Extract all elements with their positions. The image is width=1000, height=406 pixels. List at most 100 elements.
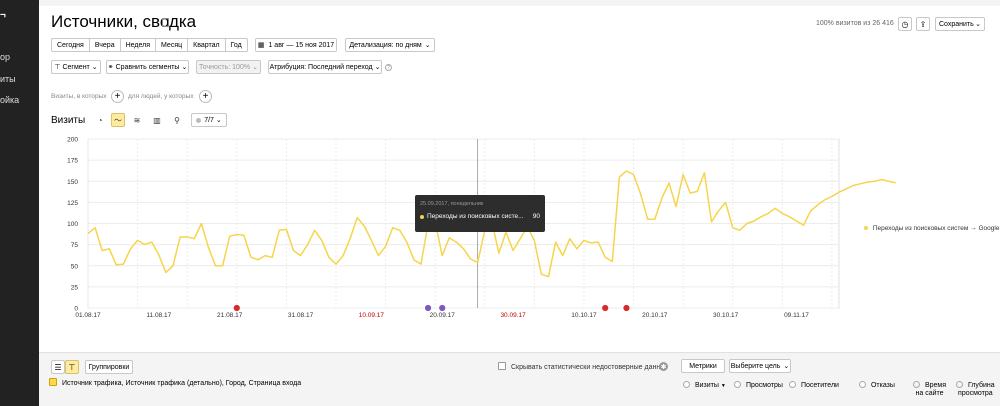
hide-unreliable-label: Скрывать статистически недостоверные дан…: [510, 364, 667, 371]
dimensions-label: Источник трафика, Источник трафика (дета…: [61, 380, 302, 387]
main-area: Источники, сводка 100% визитов из 26 416…: [39, 0, 1000, 406]
compare-label: Сравнить сегменты: [115, 63, 180, 71]
attribution-dropdown[interactable]: Атрибуция: Последний переход ⌄: [268, 60, 382, 74]
period-today[interactable]: Сегодня: [51, 38, 90, 52]
save-label: Сохранить: [939, 20, 974, 28]
line-chart-icon: 〜: [114, 115, 122, 125]
settings-icon[interactable]: ✱: [659, 362, 668, 371]
x-tick-label: 01.08.17: [75, 312, 101, 319]
segment-button[interactable]: ⊤ Сегмент ⌄: [51, 60, 101, 74]
export-button[interactable]: ⇪: [916, 17, 930, 31]
x-tick-label: 20.10.17: [642, 312, 668, 319]
chart-type-pie[interactable]: ◔: [93, 113, 107, 127]
sidebar: ¬ ор иты ойка: [0, 0, 39, 406]
metric-depth[interactable]: Глубина просмотра: [956, 381, 995, 398]
annotation-marker: [232, 304, 241, 312]
radio[interactable]: [734, 381, 741, 388]
sidebar-item-settings[interactable]: ойка: [0, 95, 19, 105]
x-tick-label: 10.09.17: [359, 312, 385, 319]
chart-type-map[interactable]: ⚲: [170, 113, 184, 127]
metric-visits[interactable]: Визиты ▼: [683, 381, 726, 389]
x-tick-label: 30.10.17: [713, 312, 739, 319]
y-tick-label: 25: [71, 284, 79, 291]
list-icon: ☰: [54, 362, 62, 372]
chevron-down-icon: ⌄: [975, 21, 981, 28]
calendar-icon: ▦: [257, 42, 265, 49]
radio[interactable]: [789, 381, 796, 388]
radio[interactable]: [913, 381, 920, 388]
sidebar-item-visits[interactable]: иты: [0, 74, 16, 84]
chevron-down-icon: ⌄: [91, 64, 98, 71]
chart-legend[interactable]: Переходы из поисковых систем → Google: [864, 225, 999, 232]
bookmark-icon[interactable]: [162, 18, 169, 27]
view-tree-button[interactable]: ⊤: [65, 360, 79, 374]
x-tick-label: 11.08.17: [146, 312, 171, 319]
metric-visitors[interactable]: Посетители: [789, 381, 839, 389]
sidebar-logo[interactable]: ¬: [0, 10, 6, 21]
chevron-down-icon: ⌄: [252, 64, 258, 71]
chart-type-area[interactable]: ≋: [130, 113, 144, 127]
legend-dot: [864, 226, 868, 231]
accuracy-label: Точность: 100%: [199, 63, 251, 71]
history-button[interactable]: ◷: [898, 17, 912, 31]
goal-dropdown[interactable]: Выберите цель ⌄: [729, 359, 791, 373]
metric-label: Визиты: [694, 382, 719, 389]
goal-label: Выберите цель: [730, 362, 781, 370]
date-range-button[interactable]: ▦ 1 авг — 15 ноя 2017: [255, 38, 337, 52]
metric-time-on-site[interactable]: Время на сайте: [913, 381, 946, 398]
series-dot-icon: [196, 117, 202, 123]
period-month[interactable]: Месяц: [155, 38, 189, 52]
tree-icon: ⊤: [68, 362, 76, 372]
series-selector[interactable]: 7/7 ⌄: [191, 113, 227, 127]
visits-where-hint: Визиты, в которых: [51, 93, 107, 100]
save-button[interactable]: Сохранить ⌄: [935, 17, 985, 31]
x-tick-label: 31.08.17: [288, 312, 314, 319]
dimensions-row[interactable]: Источник трафика, Источник трафика (дета…: [49, 378, 301, 387]
add-visit-condition-button[interactable]: +: [111, 90, 124, 103]
add-people-condition-button[interactable]: +: [199, 90, 212, 103]
caret-down-icon: ▼: [720, 383, 726, 389]
metric-bounces[interactable]: Отказы: [859, 381, 895, 389]
period-yesterday[interactable]: Вчера: [88, 38, 121, 52]
view-list-button[interactable]: ☰: [51, 360, 65, 374]
plus-icon: +: [202, 90, 209, 102]
x-tick-label: 30.09.17: [500, 312, 526, 319]
y-tick-label: 100: [67, 221, 78, 228]
accuracy-dropdown[interactable]: Точность: 100% ⌄: [196, 60, 261, 74]
y-tick-label: 200: [67, 137, 78, 144]
chart-type-bar[interactable]: ▥: [150, 113, 164, 127]
detail-dropdown[interactable]: Детализация: по дням ⌄: [345, 38, 435, 52]
chevron-down-icon: ⌄: [374, 64, 381, 71]
metric-pageviews[interactable]: Просмотры: [734, 381, 783, 389]
chart-type-line[interactable]: 〜: [111, 113, 125, 127]
radio[interactable]: [956, 381, 963, 388]
period-year[interactable]: Год: [224, 38, 248, 52]
compare-segments-button[interactable]: ⚭ Сравнить сегменты ⌄: [106, 60, 189, 74]
period-week[interactable]: Неделя: [119, 38, 157, 52]
chevron-down-icon: ⌄: [215, 117, 222, 124]
annotation-marker: [622, 304, 631, 312]
segments-icon: ⚭: [107, 64, 114, 71]
metric-label: Посетители: [800, 382, 839, 389]
sidebar-item-editor[interactable]: ор: [0, 52, 10, 62]
segment-label: Сегмент: [62, 63, 90, 71]
radio[interactable]: [859, 381, 866, 388]
period-quarter[interactable]: Квартал: [187, 38, 226, 52]
annotation-marker: [601, 304, 610, 312]
hide-unreliable-checkbox[interactable]: Скрывать статистически недостоверные дан…: [498, 362, 666, 371]
chevron-down-icon: ⌄: [783, 363, 790, 370]
metrics-button[interactable]: Метрики: [681, 359, 725, 373]
visits-percentage: 100% визитов из 26 416: [816, 20, 894, 27]
radio[interactable]: [683, 381, 690, 388]
metric-label-line1: Время: [924, 382, 947, 389]
y-tick-label: 125: [67, 200, 78, 207]
page-title: Источники, сводка: [51, 12, 197, 31]
dimensions-checkbox[interactable]: [49, 378, 57, 386]
y-tick-label: 150: [67, 179, 78, 186]
groupings-button[interactable]: Группировки: [85, 360, 133, 374]
annotation-marker: [438, 304, 447, 312]
tooltip-series: Переходы из поисковых систе...: [427, 213, 524, 220]
metric-label: Отказы: [870, 382, 895, 389]
checkbox[interactable]: [498, 362, 506, 370]
help-icon[interactable]: ?: [385, 64, 392, 71]
